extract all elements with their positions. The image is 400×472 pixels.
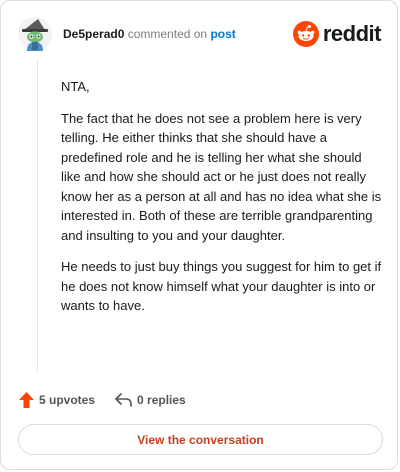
reply-count: 0 replies bbox=[137, 393, 186, 407]
comment-paragraph: NTA, bbox=[61, 79, 90, 94]
view-conversation-button[interactable]: View the conversation bbox=[18, 424, 383, 455]
comment-byline: De5perad0 commented on post bbox=[63, 27, 236, 41]
comment-body: NTA, The fact that he does not see a pro… bbox=[61, 77, 383, 328]
upvote-arrow-icon bbox=[19, 392, 34, 408]
comment-paragraph: He needs to just buy things you suggest … bbox=[61, 259, 382, 313]
user-avatar-icon[interactable] bbox=[18, 17, 52, 51]
reply-button[interactable]: 0 replies bbox=[115, 393, 186, 407]
reddit-snoo-icon bbox=[292, 21, 319, 47]
comment-actions: 5 upvotes 0 replies bbox=[19, 390, 186, 410]
upvote-count: 5 upvotes bbox=[39, 393, 96, 407]
comment-card: De5perad0 commented on post reddit NTA, … bbox=[0, 0, 398, 470]
thread-line bbox=[37, 59, 38, 371]
upvote-button[interactable]: 5 upvotes bbox=[19, 392, 95, 408]
post-link[interactable]: post bbox=[210, 27, 235, 41]
username-link[interactable]: De5perad0 bbox=[63, 27, 124, 41]
reply-arrow-icon bbox=[115, 393, 132, 407]
commented-on-text: commented on bbox=[127, 27, 208, 41]
comment-header: De5perad0 commented on post reddit bbox=[16, 15, 383, 55]
comment-paragraph: The fact that he does not see a problem … bbox=[61, 110, 382, 243]
reddit-logo[interactable]: reddit bbox=[292, 21, 382, 47]
reddit-wordmark: reddit bbox=[322, 21, 382, 46]
